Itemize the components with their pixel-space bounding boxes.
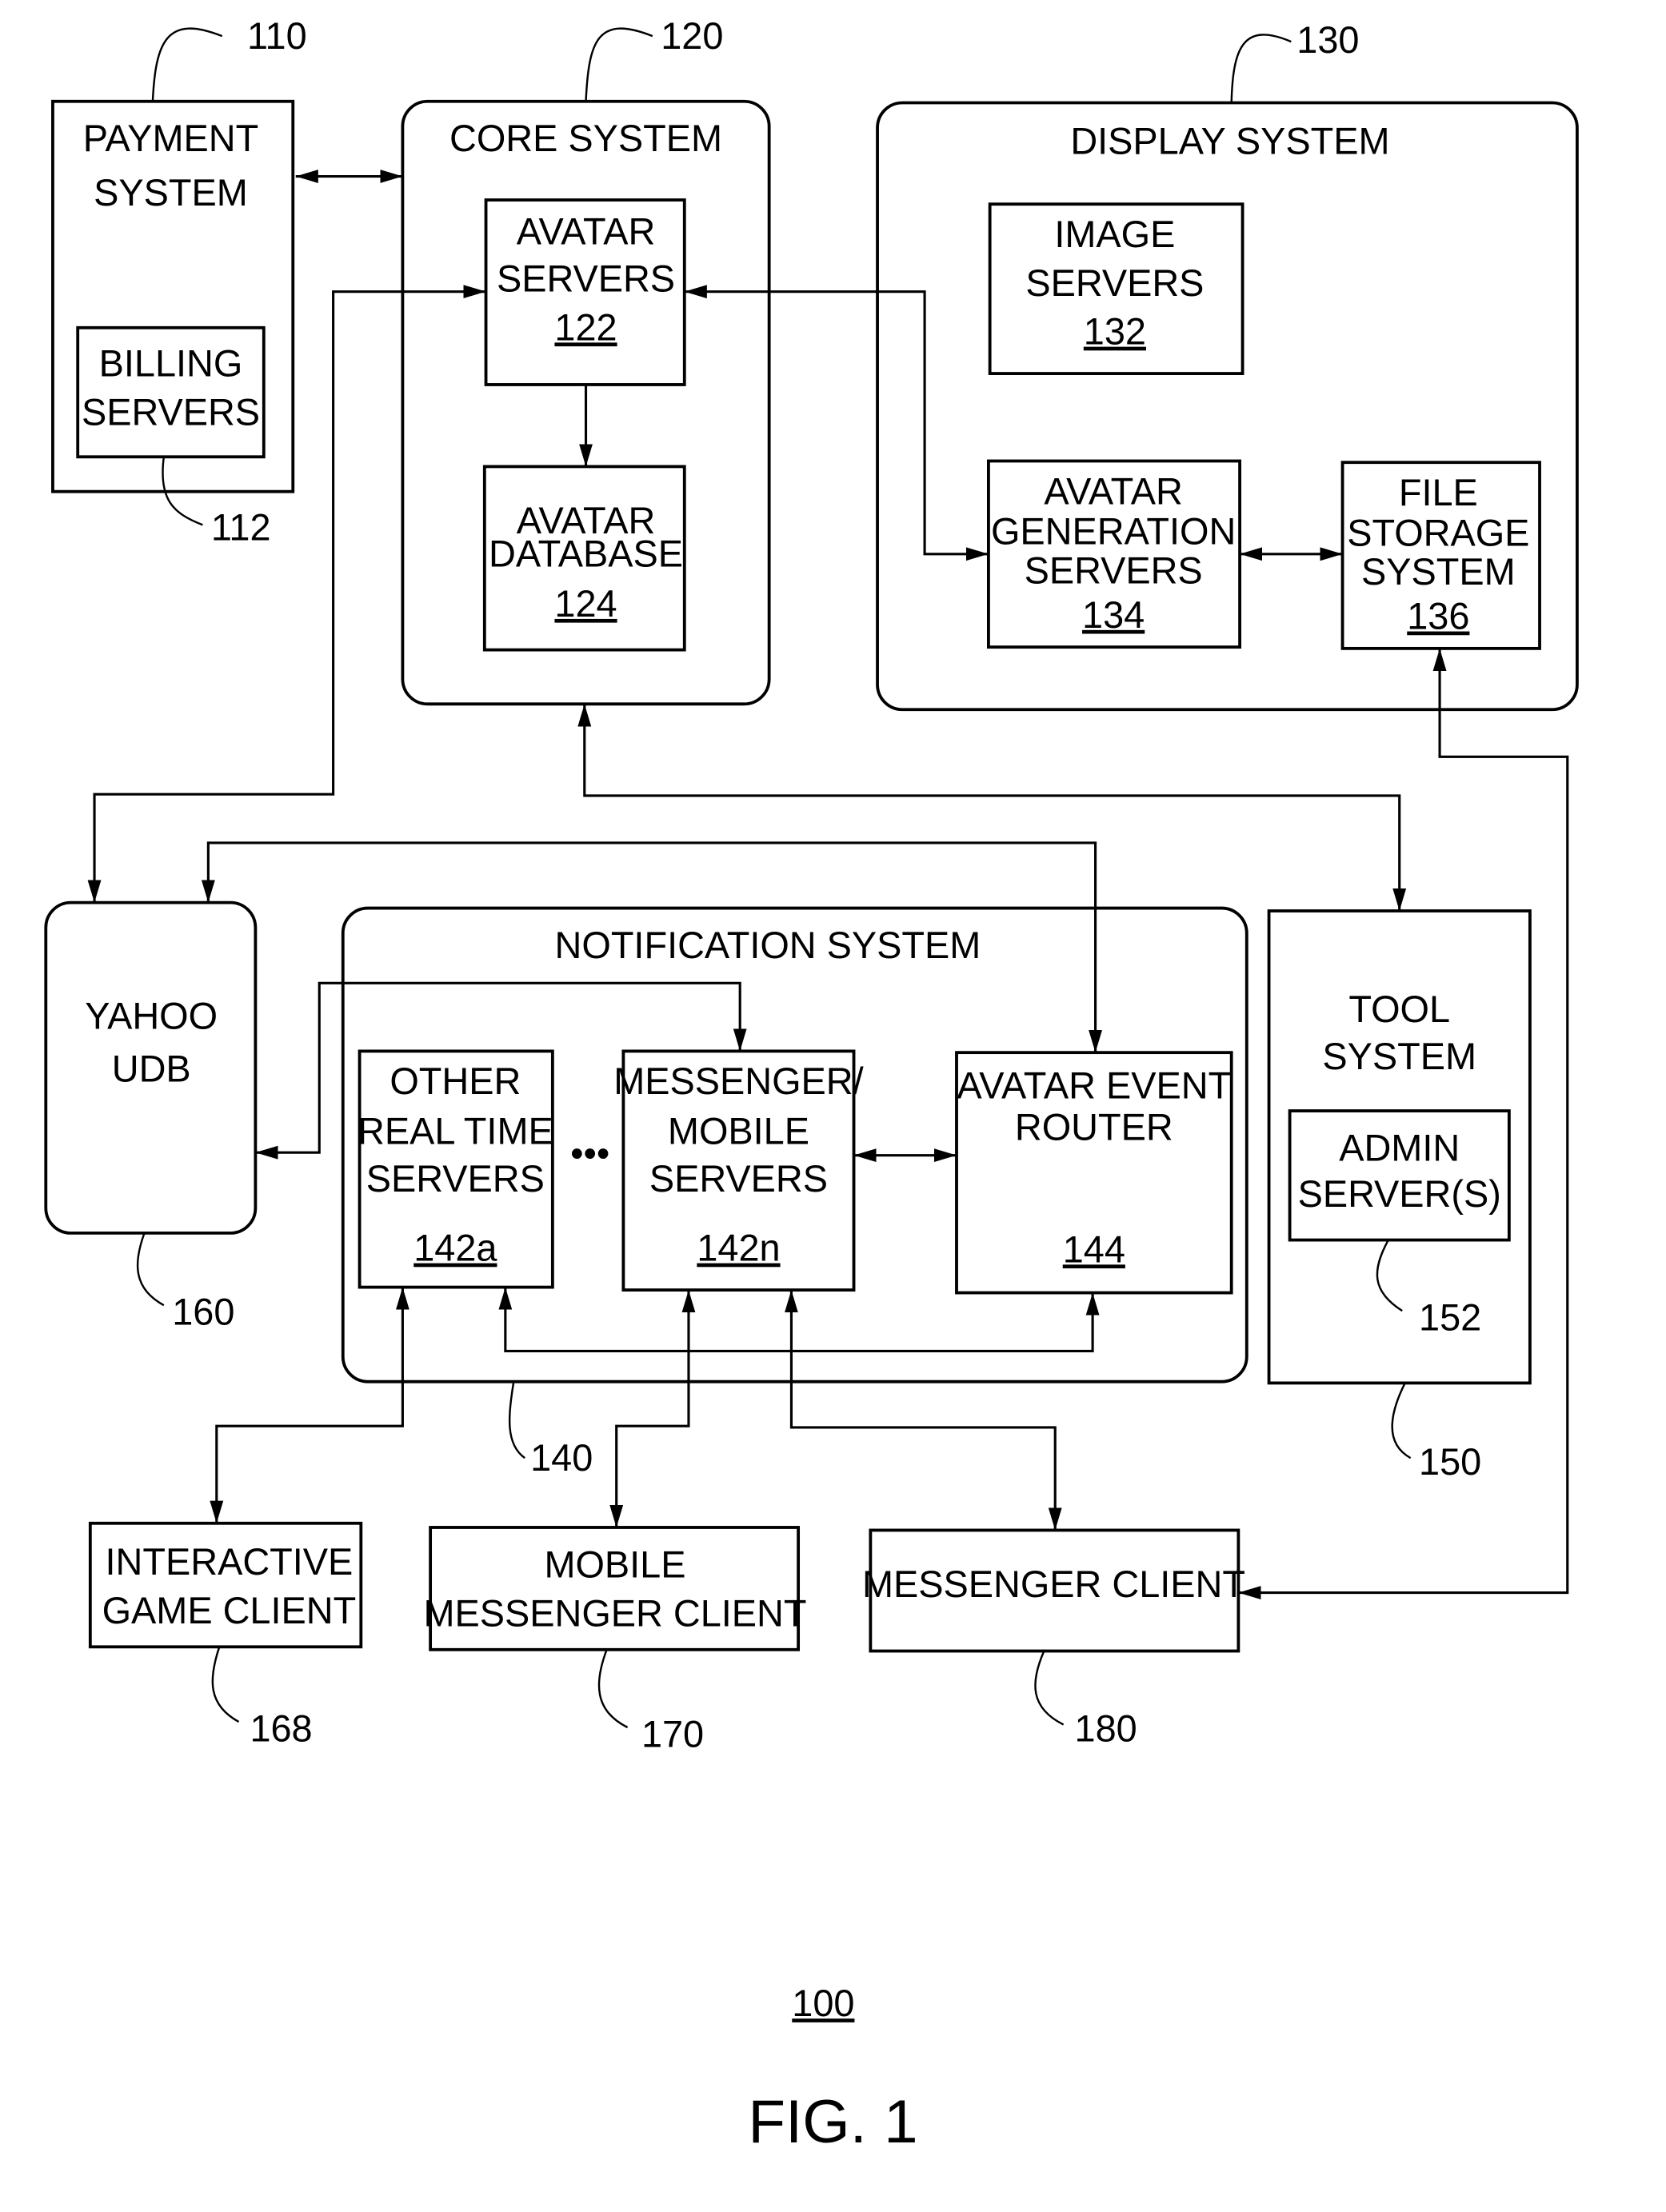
admin-servers-label-2: SERVER(S) (1298, 1173, 1501, 1215)
image-servers-block: IMAGE SERVERS 132 (988, 202, 1245, 375)
billing-servers-block: BILLING SERVERS 112 (76, 325, 271, 548)
file-storage-system-label-1: FILE (1399, 472, 1478, 513)
file-storage-messenger-client-connector (1238, 648, 1569, 1600)
messenger-client-connector (784, 1290, 1062, 1531)
billing-servers-label-2: SERVERS (82, 391, 260, 433)
other-real-time-servers-block: OTHER REAL TIME SERVERS 142a (358, 1049, 554, 1289)
messenger-client-label: MESSENGER CLIENT (862, 1563, 1245, 1605)
mobile-client-connector (609, 1290, 696, 1527)
game-client-connector (210, 1287, 410, 1523)
avatar-database-block: AVATAR DATABASE 124 (482, 465, 686, 652)
interactive-game-client-block: INTERACTIVE GAME CLIENT 168 (88, 1521, 363, 1749)
avatar-generation-servers-number: 134 (1082, 594, 1145, 636)
mobile-messenger-client-block: MOBILE MESSENGER CLIENT 170 (423, 1526, 806, 1755)
avatar-servers-block: AVATAR SERVERS 122 (484, 198, 686, 386)
other-real-time-servers-label-1: OTHER (390, 1060, 521, 1102)
avatar-generation-servers-label-1: AVATAR (1044, 470, 1183, 512)
mobile-messenger-client-label-2: MESSENGER CLIENT (423, 1592, 806, 1634)
ref-120: 120 (661, 15, 723, 57)
mobile-messenger-client-label-1: MOBILE (544, 1543, 685, 1585)
diagram-canvas: PAYMENT SYSTEM 110 BILLING SERVERS 112 C… (44, 15, 1579, 2156)
image-servers-label-2: SERVERS (1025, 262, 1204, 304)
yahoo-udb-block: YAHOO UDB 160 (44, 900, 258, 1332)
notification-system-label: NOTIFICATION SYSTEM (555, 924, 981, 966)
other-real-time-servers-label-2: REAL TIME (358, 1111, 553, 1152)
avatar-database-number: 124 (554, 583, 617, 625)
ref-150: 150 (1419, 1441, 1481, 1483)
ref-168: 168 (250, 1707, 312, 1749)
core-system-label: CORE SYSTEM (449, 118, 722, 159)
avatar-servers-generation-connector (684, 285, 989, 561)
messenger-mobile-servers-label-1: MESSENGER/ (613, 1060, 864, 1102)
admin-servers-block: ADMIN SERVER(S) 152 (1288, 1109, 1511, 1338)
messenger-mobile-servers-label-3: SERVERS (649, 1158, 828, 1200)
avatar-generation-servers-label-3: SERVERS (1025, 549, 1203, 591)
ref-170: 170 (641, 1713, 704, 1755)
tool-system-label-2: SYSTEM (1322, 1036, 1476, 1077)
avatar-servers-label-2: SERVERS (497, 258, 675, 300)
file-storage-system-label-2: STORAGE (1347, 512, 1529, 553)
servers-router-bottom-connector (498, 1287, 1100, 1353)
display-system-label: DISPLAY SYSTEM (1070, 121, 1389, 162)
ref-160: 160 (172, 1291, 234, 1332)
yahoo-udb-label-2: UDB (112, 1048, 191, 1090)
avatar-event-router-label-1: AVATAR EVENT (957, 1064, 1231, 1106)
interactive-game-client-label-2: GAME CLIENT (102, 1590, 357, 1631)
other-real-time-servers-number: 142a (414, 1228, 497, 1269)
display-system-block: DISPLAY SYSTEM 130 (876, 19, 1579, 712)
avatar-event-router-block: AVATAR EVENT ROUTER 144 (955, 1051, 1233, 1295)
avatar-servers-label-1: AVATAR (517, 211, 656, 253)
messenger-mobile-servers-label-2: MOBILE (668, 1111, 809, 1152)
core-tool-connector (577, 704, 1407, 912)
ref-152: 152 (1419, 1296, 1481, 1338)
yahoo-udb-label-1: YAHOO (85, 996, 218, 1037)
ellipsis: ••• (570, 1133, 609, 1175)
image-servers-number: 132 (1084, 311, 1146, 353)
system-number: 100 (792, 1982, 854, 2024)
avatar-database-label-2: DATABASE (489, 533, 683, 574)
messenger-client-block: MESSENGER CLIENT 180 (862, 1528, 1245, 1749)
interactive-game-client-label-1: INTERACTIVE (106, 1541, 354, 1583)
admin-servers-label-1: ADMIN (1339, 1128, 1460, 1169)
messenger-mobile-servers-block: MESSENGER/ MOBILE SERVERS 142n (613, 1049, 865, 1292)
messenger-mobile-servers-number: 142n (697, 1228, 780, 1269)
other-real-time-servers-label-3: SERVERS (366, 1158, 545, 1200)
file-storage-system-label-3: SYSTEM (1361, 551, 1516, 593)
tool-system-label-1: TOOL (1348, 988, 1450, 1030)
avatar-event-router-label-2: ROUTER (1015, 1107, 1173, 1148)
billing-servers-label-1: BILLING (99, 343, 243, 385)
figure-caption: FIG. 1 (748, 2088, 917, 2156)
payment-system-label-2: SYSTEM (94, 172, 248, 214)
avatar-event-router-number: 144 (1063, 1228, 1125, 1270)
file-storage-system-block: FILE STORAGE SYSTEM 136 (1340, 461, 1541, 650)
avatar-generation-servers-block: AVATAR GENERATION SERVERS 134 (987, 459, 1242, 649)
ref-112: 112 (211, 506, 271, 548)
ref-130: 130 (1296, 19, 1359, 61)
file-storage-system-number: 136 (1407, 596, 1469, 637)
avatar-servers-number: 122 (554, 306, 617, 348)
ref-110: 110 (247, 15, 307, 57)
payment-system-label-1: PAYMENT (83, 118, 259, 159)
ref-140: 140 (530, 1437, 593, 1479)
image-servers-label-1: IMAGE (1054, 214, 1175, 255)
avatar-generation-servers-label-2: GENERATION (991, 511, 1236, 553)
ref-180: 180 (1075, 1707, 1137, 1749)
